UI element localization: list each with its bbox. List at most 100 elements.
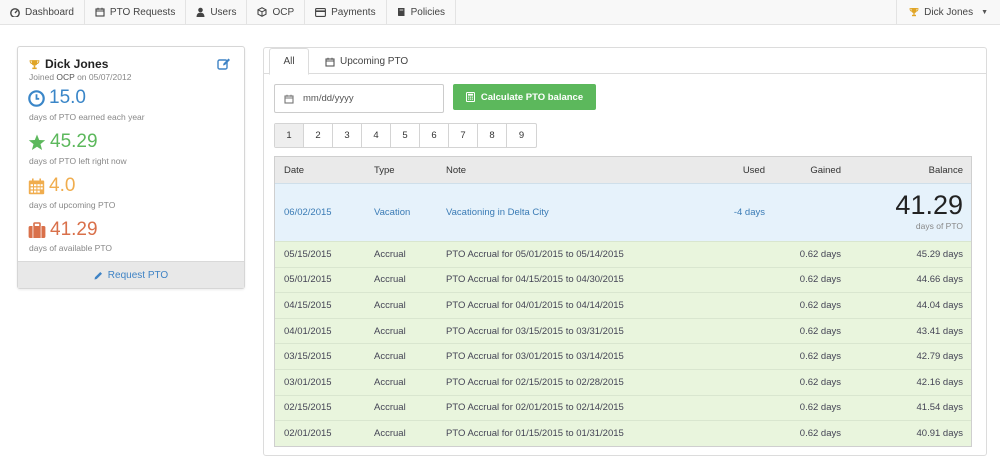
table-row-current[interactable]: 06/02/2015 Vacation Vacationing in Delta… (275, 183, 971, 241)
cell-used: -4 days (733, 207, 765, 218)
nav-policies-label: Policies (410, 6, 446, 18)
table-row[interactable]: 03/01/2015 Accrual PTO Accrual for 02/15… (275, 368, 971, 395)
tab-all-label: All (283, 56, 295, 67)
trophy-icon (909, 7, 919, 17)
edit-profile-icon[interactable] (217, 57, 231, 74)
cell-type: Accrual (374, 325, 406, 337)
table-row[interactable]: 05/01/2015 Accrual PTO Accrual for 04/15… (275, 266, 971, 293)
user-menu[interactable]: Dick Jones ▼ (896, 0, 1000, 24)
cell-date: 04/15/2015 (284, 299, 332, 311)
cell-type: Accrual (374, 248, 406, 260)
stat-left-value: 45.29 (50, 131, 98, 152)
pencil-icon (94, 271, 103, 280)
cell-type: Vacation (374, 207, 411, 218)
stat-earned-value: 15.0 (49, 87, 86, 108)
calculate-pto-label: Calculate PTO balance (480, 91, 584, 103)
table-header: Date Type Note Used Gained Balance (275, 157, 971, 183)
profile-joined: Joined OCP on 05/07/2012 (29, 72, 131, 82)
page-3[interactable]: 3 (333, 124, 362, 147)
cell-gained: 0.62 days (799, 325, 841, 337)
header-used: Used (742, 164, 765, 176)
cell-gained: 0.62 days (799, 274, 841, 286)
cell-balance: 40.91 days (916, 427, 963, 439)
nav-ocp[interactable]: OCP (247, 0, 306, 24)
page-4[interactable]: 4 (362, 124, 391, 147)
stat-available-label: days of available PTO (29, 243, 112, 253)
profile-name: Dick Jones (29, 57, 108, 71)
page-7[interactable]: 7 (449, 124, 478, 147)
page-1[interactable]: 1 (275, 124, 304, 147)
cube-icon (257, 7, 268, 17)
cell-note: PTO Accrual for 03/15/2015 to 03/31/2015 (446, 325, 624, 337)
current-balance-unit: days of PTO (915, 221, 963, 231)
pto-history-panel: All Upcoming PTO mm/dd/yyyy Calculate PT… (263, 47, 987, 456)
page-2[interactable]: 2 (304, 124, 333, 147)
table-row[interactable]: 02/01/2015 Accrual PTO Accrual for 01/15… (275, 420, 971, 446)
nav-users-label: Users (210, 6, 237, 18)
nav-pto-requests[interactable]: PTO Requests (85, 0, 187, 24)
page-6[interactable]: 6 (420, 124, 449, 147)
page-9[interactable]: 9 (507, 124, 536, 147)
cell-date: 05/15/2015 (284, 248, 332, 260)
table-row[interactable]: 03/15/2015 Accrual PTO Accrual for 03/01… (275, 343, 971, 369)
table-row[interactable]: 02/15/2015 Accrual PTO Accrual for 02/01… (275, 394, 971, 421)
calculator-icon (465, 92, 475, 102)
header-note: Note (446, 164, 467, 176)
joined-company: OCP (56, 72, 75, 82)
nav-dashboard[interactable]: Dashboard (0, 0, 85, 24)
table-row[interactable]: 04/01/2015 Accrual PTO Accrual for 03/15… (275, 317, 971, 344)
pagination: 1 2 3 4 5 6 7 8 9 (274, 123, 537, 148)
nav-payments[interactable]: Payments (305, 0, 387, 24)
calendar-grid-icon (28, 178, 45, 195)
cell-date: 06/02/2015 (284, 207, 332, 218)
nav-pto-requests-label: PTO Requests (109, 6, 176, 18)
cell-type: Accrual (374, 351, 406, 363)
cell-gained: 0.62 days (799, 248, 841, 260)
stat-earned: 15.0 (28, 88, 86, 108)
nav-policies[interactable]: Policies (387, 0, 457, 24)
cell-date: 04/01/2015 (284, 325, 332, 337)
table-row[interactable]: 04/15/2015 Accrual PTO Accrual for 04/01… (275, 292, 971, 318)
page-8[interactable]: 8 (478, 124, 507, 147)
nav-users[interactable]: Users (186, 0, 248, 24)
profile-card: Dick Jones Joined OCP on 05/07/2012 15.0… (17, 46, 245, 289)
request-pto-button[interactable]: Request PTO (18, 261, 244, 288)
nav-dashboard-label: Dashboard (25, 6, 74, 18)
cell-type: Accrual (374, 402, 406, 414)
header-balance: Balance (928, 164, 963, 176)
page-5[interactable]: 5 (391, 124, 420, 147)
cell-type: Accrual (374, 427, 406, 439)
stat-earned-label: days of PTO earned each year (29, 112, 145, 122)
current-balance-value: 41.29 (895, 190, 963, 220)
cell-gained: 0.62 days (799, 427, 841, 439)
table-row[interactable]: 05/15/2015 Accrual PTO Accrual for 05/01… (275, 241, 971, 267)
cell-note: PTO Accrual for 02/15/2015 to 02/28/2015 (446, 376, 624, 388)
cell-note: PTO Accrual for 01/15/2015 to 01/31/2015 (446, 427, 624, 439)
date-input-placeholder: mm/dd/yyyy (303, 93, 354, 104)
calculate-pto-button[interactable]: Calculate PTO balance (453, 84, 596, 110)
star-icon (28, 134, 46, 151)
cell-balance: 44.04 days (916, 299, 963, 311)
cell-note: PTO Accrual for 04/01/2015 to 04/14/2015 (446, 299, 624, 311)
cell-note: PTO Accrual for 03/01/2015 to 03/14/2015 (446, 351, 624, 363)
header-date: Date (284, 164, 305, 176)
cell-note: PTO Accrual for 02/01/2015 to 02/14/2015 (446, 402, 624, 414)
credit-card-icon (315, 7, 327, 17)
tab-all[interactable]: All (269, 48, 309, 75)
date-input[interactable]: mm/dd/yyyy (274, 84, 444, 113)
cell-date: 03/15/2015 (284, 351, 332, 363)
book-icon (397, 7, 406, 17)
cell-balance: 42.79 days (916, 351, 963, 363)
cell-balance: 42.16 days (916, 376, 963, 388)
tab-upcoming-pto[interactable]: Upcoming PTO (319, 48, 414, 75)
cell-type: Accrual (374, 299, 406, 311)
clock-icon (28, 89, 45, 107)
stat-left: 45.29 (28, 132, 98, 152)
stat-upcoming: 4.0 (28, 176, 75, 196)
stat-upcoming-value: 4.0 (49, 175, 76, 196)
stat-available: 41.29 (28, 220, 98, 240)
suitcase-icon (28, 221, 46, 239)
header-gained: Gained (810, 164, 841, 176)
request-pto-label: Request PTO (107, 269, 169, 281)
stat-upcoming-label: days of upcoming PTO (29, 200, 116, 210)
